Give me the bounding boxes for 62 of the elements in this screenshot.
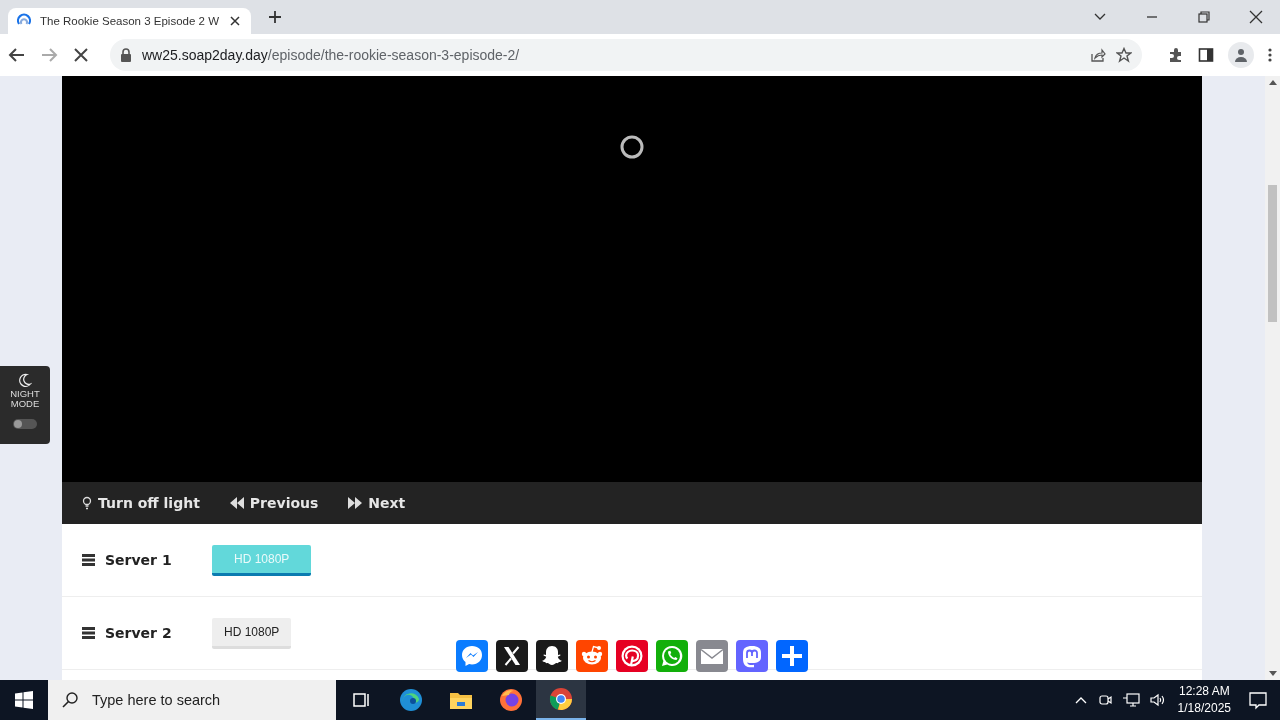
browser-tab[interactable]: The Rookie Season 3 Episode 2 W: [8, 8, 251, 34]
search-icon: [62, 692, 78, 708]
forward-icon: [40, 46, 58, 64]
network-icon: [1121, 692, 1140, 708]
mastodon-share-icon[interactable]: [736, 640, 768, 672]
profile-icon[interactable]: [1228, 42, 1254, 68]
quality-button[interactable]: HD 1080P: [212, 617, 292, 649]
star-icon: [1116, 47, 1132, 63]
server-icon: [82, 627, 95, 639]
volume-icon: [1148, 692, 1167, 708]
folder-icon: [449, 690, 473, 710]
scrollbar-thumb[interactable]: [1268, 185, 1277, 322]
notification-icon: [1248, 690, 1268, 710]
lock-icon: [120, 48, 132, 62]
turn-off-light-button[interactable]: Turn off light: [74, 488, 212, 518]
loading-spinner-icon: [619, 134, 645, 160]
whatsapp-share-icon[interactable]: [656, 640, 688, 672]
scroll-down-icon: [1268, 671, 1277, 676]
more-share-icon[interactable]: [776, 640, 808, 672]
next-button[interactable]: Next: [340, 488, 418, 518]
moon-icon: [18, 373, 32, 387]
pinterest-share-icon[interactable]: [616, 640, 648, 672]
fast-forward-icon: [348, 497, 363, 509]
taskbar-search-field[interactable]: Type here to search: [48, 680, 336, 720]
task-view-icon: [351, 690, 371, 710]
chrome-icon: [549, 687, 573, 711]
windows-logo-icon: [15, 691, 33, 709]
search-placeholder: Type here to search: [92, 692, 221, 708]
address-bar[interactable]: ww25.soap2day.day/episode/the-rookie-season-3-episode-2/: [110, 39, 1142, 71]
server-name: Server 1: [105, 552, 172, 568]
restore-icon: [1197, 10, 1211, 24]
edge-icon: [399, 688, 423, 712]
person-icon: [1234, 48, 1248, 62]
previous-button[interactable]: Previous: [221, 488, 331, 518]
menu-icon: [1268, 47, 1272, 63]
puzzle-icon: [1168, 47, 1184, 63]
night-mode-toggle[interactable]: [13, 419, 37, 429]
url-text: ww25.soap2day.day/episode/the-rookie-season-3-episode-2/: [142, 47, 520, 63]
messenger-share-icon[interactable]: [456, 640, 488, 672]
clock-time: 12:28 AM: [1178, 683, 1230, 700]
close-icon: [1249, 10, 1263, 24]
email-share-icon[interactable]: [696, 640, 728, 672]
camera-icon: [1096, 692, 1113, 708]
snapchat-share-icon[interactable]: [536, 640, 568, 672]
reddit-share-icon[interactable]: [576, 640, 608, 672]
scrollbar[interactable]: [1265, 76, 1280, 680]
share-icon: [1090, 47, 1106, 63]
stop-icon: [72, 46, 90, 64]
server-icon: [82, 554, 95, 566]
clock-date: 1/18/2025: [1177, 700, 1231, 717]
rewind-icon: [229, 497, 244, 509]
taskbar-app[interactable]: [536, 680, 586, 720]
back-icon: [8, 46, 26, 64]
bulb-icon: [82, 496, 92, 510]
side-panel-icon: [1198, 47, 1214, 63]
new-tab-icon: [267, 9, 283, 25]
tab-title: The Rookie Season 3 Episode 2 W: [40, 15, 219, 27]
firefox-icon: [499, 688, 523, 712]
server-name: Server 2: [105, 625, 172, 641]
x-share-icon[interactable]: [496, 640, 528, 672]
scroll-up-icon: [1268, 80, 1277, 85]
night-mode-label: NIGHT MODE: [9, 389, 41, 409]
